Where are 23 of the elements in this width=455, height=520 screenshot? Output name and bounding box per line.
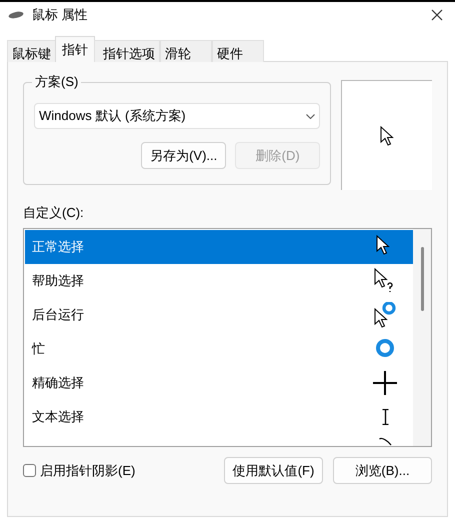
- chevron-down-icon: [306, 114, 316, 118]
- close-icon[interactable]: [431, 9, 443, 21]
- tab[interactable]: 滑轮: [160, 40, 212, 62]
- scrollbar-thumb[interactable]: [420, 247, 424, 311]
- action-button[interactable]: 使用默认值(F): [224, 457, 323, 484]
- scheme-button[interactable]: 另存为(V)...: [141, 142, 226, 169]
- tab[interactable]: 指针: [55, 36, 95, 62]
- group-label: 方案(S): [32, 74, 82, 90]
- tab[interactable]: 鼠标键: [7, 40, 56, 62]
- checkbox-label: 启用指针阴影(E): [40, 462, 136, 480]
- action-button[interactable]: 浏览(B)...: [333, 457, 432, 484]
- text-cursor-icon: [382, 409, 389, 425]
- crosshair-icon: [373, 370, 399, 396]
- tab[interactable]: 硬件: [212, 40, 264, 62]
- scheme-dropdown[interactable]: Windows 默认 (系统方案): [34, 103, 320, 129]
- cursor-list-item[interactable]: 正常选择: [25, 230, 413, 264]
- window-title: 鼠标 属性: [32, 6, 88, 24]
- mouse-icon: [8, 11, 24, 19]
- pen-icon: [379, 437, 392, 446]
- pointer-icon: [380, 126, 394, 146]
- checkbox[interactable]: [23, 464, 36, 478]
- tab[interactable]: 指针选项: [94, 40, 160, 62]
- list-label: 自定义(C):: [23, 205, 85, 221]
